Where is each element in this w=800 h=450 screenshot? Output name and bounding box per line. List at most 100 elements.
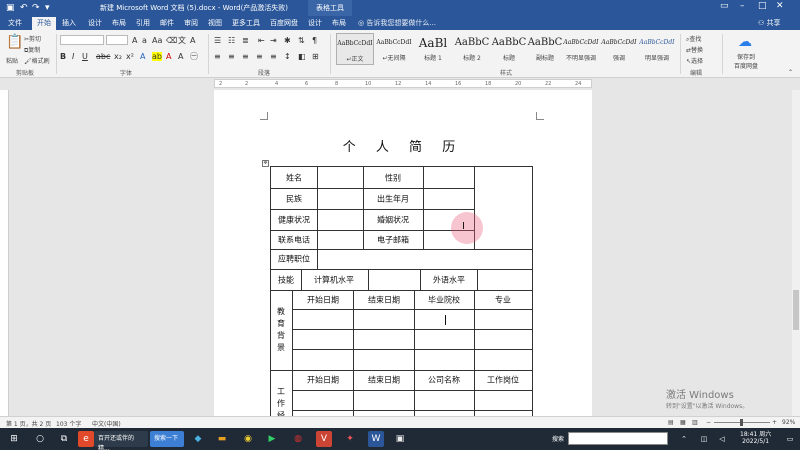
sort-icon[interactable]: ⇅ — [298, 36, 305, 45]
style-title[interactable]: AaBbC 标题 — [490, 33, 528, 65]
grow-font-icon[interactable]: A — [132, 36, 137, 45]
select-button[interactable]: ↖选择 — [686, 56, 703, 65]
tab-table-layout[interactable]: 布局 — [330, 18, 348, 28]
language[interactable]: 中文(中国) — [92, 419, 121, 428]
superscript-icon[interactable]: x² — [126, 52, 134, 61]
browser-icon[interactable]: e — [78, 431, 94, 447]
app-icon-red[interactable]: ◍ — [290, 431, 306, 447]
notification-icon[interactable]: ▭ — [782, 431, 798, 447]
tab-insert[interactable]: 插入 — [60, 18, 78, 28]
text-effects-icon[interactable]: A — [140, 52, 145, 61]
bullets-icon[interactable]: ☰ — [214, 36, 221, 45]
folder-icon[interactable]: ▬ — [214, 431, 230, 447]
clock[interactable]: 18:41 周六 2022/5/1 — [740, 431, 771, 445]
style-subtitle[interactable]: AaBbC 副标题 — [526, 33, 564, 65]
volume-icon[interactable]: ◁ — [714, 431, 730, 447]
zoom-level[interactable]: 92% — [782, 419, 795, 426]
enclose-char-icon[interactable]: ㊀ — [190, 52, 198, 61]
increase-indent-icon[interactable]: ⇥ — [270, 36, 277, 45]
tab-review[interactable]: 审阅 — [182, 18, 200, 28]
word-count[interactable]: 103 个字 — [56, 419, 81, 428]
tab-view[interactable]: 视图 — [206, 18, 224, 28]
tab-table-design[interactable]: 设计 — [306, 18, 324, 28]
style-heading-2[interactable]: AaBbC 标题 2 — [453, 33, 491, 65]
highlight-icon[interactable]: ab — [152, 52, 162, 61]
tab-more-tools[interactable]: 更多工具 — [230, 18, 262, 28]
change-case-icon[interactable]: Aa — [152, 36, 162, 45]
underline-icon[interactable]: U — [82, 52, 88, 61]
app-icon-pink[interactable]: ✦ — [342, 431, 358, 447]
subscript-icon[interactable]: x₂ — [114, 52, 122, 61]
style-emphasis[interactable]: AaBbCcDdI 强调 — [600, 33, 638, 65]
decrease-indent-icon[interactable]: ⇤ — [258, 36, 265, 45]
tab-home[interactable]: 开始 — [32, 17, 56, 30]
maximize-button[interactable]: □ — [758, 1, 767, 11]
border-char-icon[interactable]: A — [190, 36, 195, 45]
borders-icon[interactable]: ⊞ — [312, 52, 319, 61]
word-icon[interactable]: W — [368, 431, 384, 447]
app-icon[interactable]: ◆ — [190, 431, 206, 447]
zoom-in-icon[interactable]: + — [772, 419, 777, 426]
tab-design[interactable]: 设计 — [86, 18, 104, 28]
tab-layout[interactable]: 布局 — [110, 18, 128, 28]
page-count[interactable]: 第 1 页，共 2 页 — [6, 419, 51, 428]
taskbar-app-search[interactable]: 搜索一下 — [150, 431, 184, 447]
style-heading-1[interactable]: AaBl 标题 1 — [414, 33, 452, 65]
font-color-icon[interactable]: A — [166, 52, 171, 61]
zoom-slider-thumb[interactable] — [740, 419, 743, 426]
collapse-ribbon-icon[interactable]: ⌃ — [788, 68, 793, 77]
strikethrough-icon[interactable]: abc — [96, 52, 110, 61]
show-marks-icon[interactable]: ¶ — [312, 36, 317, 45]
ribbon-display-icon[interactable]: ▭ — [720, 1, 729, 11]
multilevel-list-icon[interactable]: ≣ — [242, 36, 249, 45]
tab-file[interactable]: 文件 — [6, 18, 24, 28]
chinese-layout-icon[interactable]: ✱ — [284, 36, 291, 45]
tab-baidu-pan[interactable]: 百度网盘 — [268, 18, 300, 28]
print-layout-icon[interactable]: ▦ — [680, 419, 686, 426]
style-no-spacing[interactable]: AaBbCcDdI ↵无间隔 — [375, 33, 413, 65]
justify-icon[interactable]: ≡ — [256, 52, 263, 61]
tab-references[interactable]: 引用 — [134, 18, 152, 28]
align-left-icon[interactable]: ≡ — [214, 52, 221, 61]
vertical-ruler[interactable] — [0, 90, 9, 416]
cloud-icon[interactable]: ☁ — [738, 34, 752, 50]
close-button[interactable]: ✕ — [776, 1, 784, 11]
find-button[interactable]: ⌕查找 — [686, 34, 701, 44]
task-view-icon[interactable]: ⧉ — [56, 431, 72, 447]
format-painter-button[interactable]: 🖌格式刷 — [24, 56, 50, 65]
replace-button[interactable]: ⇄替换 — [686, 45, 703, 54]
italic-icon[interactable]: I — [72, 52, 74, 61]
scrollbar-thumb[interactable] — [793, 290, 799, 330]
align-right-icon[interactable]: ≡ — [242, 52, 249, 61]
tab-mailings[interactable]: 邮件 — [158, 18, 176, 28]
windows-start-icon[interactable]: ⊞ — [6, 431, 22, 447]
app-icon-white[interactable]: ▣ — [392, 431, 408, 447]
share-button[interactable]: ⚇ 共享 — [758, 18, 781, 28]
save-icon[interactable]: ▣ — [6, 2, 15, 14]
minimize-button[interactable]: – — [740, 1, 745, 11]
char-shading-icon[interactable]: A — [178, 52, 183, 61]
read-mode-icon[interactable]: ▤ — [668, 419, 674, 426]
distribute-icon[interactable]: ≡ — [270, 52, 277, 61]
copy-button[interactable]: ⧉复制 — [24, 45, 40, 55]
tell-me-search[interactable]: ◎ 告诉我您想要做什么... — [358, 18, 436, 28]
bold-icon[interactable]: B — [60, 52, 66, 61]
align-center-icon[interactable]: ≡ — [228, 52, 235, 61]
vertical-scrollbar[interactable] — [792, 90, 800, 416]
paste-icon[interactable]: 📋 — [6, 34, 23, 50]
redo-icon[interactable]: ↷ — [32, 2, 40, 14]
style-normal[interactable]: AaBbCcDdI ↵正文 — [336, 33, 374, 65]
save-to-baidu-button[interactable]: 保存到 百度网盘 — [726, 52, 766, 70]
table-move-handle[interactable]: ✥ — [262, 160, 269, 167]
line-spacing-icon[interactable]: ↕ — [284, 52, 291, 61]
shrink-font-icon[interactable]: a — [142, 36, 147, 45]
chrome-icon[interactable]: ◉ — [240, 431, 256, 447]
tray-icons[interactable]: ⌃ — [676, 431, 692, 447]
undo-icon[interactable]: ↶ — [20, 2, 28, 14]
zoom-out-icon[interactable]: − — [706, 419, 711, 426]
numbering-icon[interactable]: ☷ — [228, 36, 235, 45]
taskbar-search-box[interactable] — [568, 432, 668, 445]
phonetic-icon[interactable]: 文 — [178, 36, 186, 45]
clear-format-icon[interactable]: ⌫ — [166, 36, 177, 45]
style-intense-emphasis[interactable]: AaBbCcDdI 明显强调 — [638, 33, 676, 65]
